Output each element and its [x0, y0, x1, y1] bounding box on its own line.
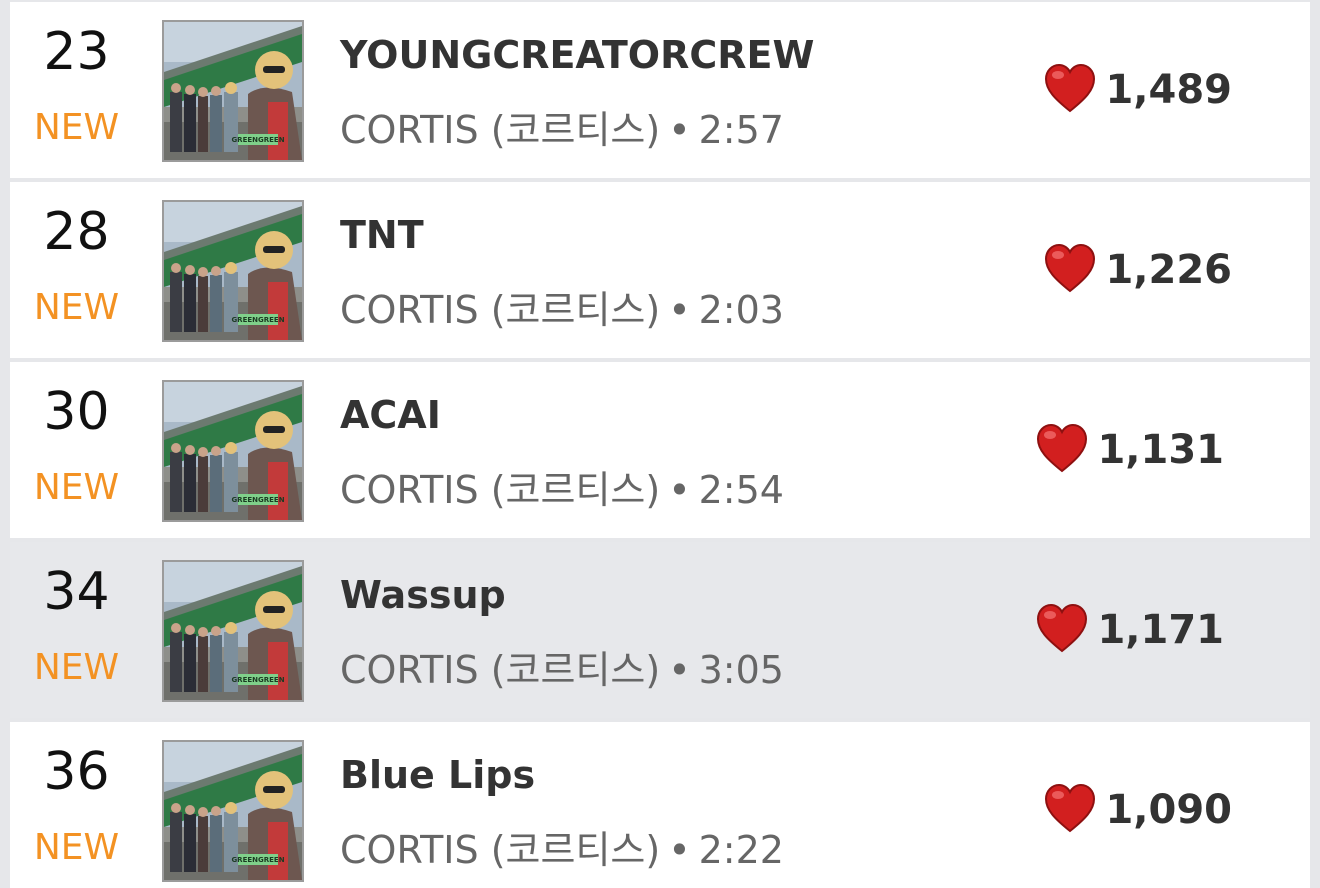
track-artist[interactable]: CORTIS (코르티스) [340, 108, 660, 152]
svg-text:GREENGREEN: GREENGREEN [231, 316, 284, 324]
svg-text:GREENGREEN: GREENGREEN [231, 856, 284, 864]
track-duration: 2:22 [698, 828, 784, 872]
track-artist[interactable]: CORTIS (코르티스) [340, 828, 660, 872]
track-row[interactable]: 23 NEW GREENGREEN YOUNGCREATORCREW CORTI… [10, 2, 1310, 178]
track-rank: 23 [43, 22, 110, 82]
track-status-badge: NEW [33, 647, 120, 688]
track-meta: CORTIS (코르티스) • 2:22 [340, 824, 784, 876]
track-duration: 2:54 [698, 468, 784, 512]
heart-icon[interactable] [1043, 782, 1097, 838]
track-duration: 2:57 [698, 108, 784, 152]
likes[interactable]: 1,226 [1043, 242, 1232, 298]
track-status-badge: NEW [33, 287, 120, 328]
album-cover[interactable]: GREENGREEN [162, 740, 304, 882]
likes[interactable]: 1,171 [1035, 602, 1224, 658]
meta-separator: • [668, 828, 691, 872]
track-title[interactable]: ACAI [340, 390, 441, 440]
track-duration: 3:05 [698, 648, 784, 692]
track-meta: CORTIS (코르티스) • 3:05 [340, 644, 784, 696]
likes[interactable]: 1,489 [1043, 62, 1232, 118]
track-row[interactable]: 36 NEW GREENGREEN Blue Lips CORTIS (코르티스… [10, 722, 1310, 888]
track-title[interactable]: Blue Lips [340, 750, 535, 800]
meta-separator: • [668, 108, 691, 152]
album-cover[interactable]: GREENGREEN [162, 380, 304, 522]
heart-icon[interactable] [1043, 242, 1097, 298]
like-count: 1,226 [1105, 247, 1232, 293]
like-count: 1,171 [1097, 607, 1224, 653]
svg-text:GREENGREEN: GREENGREEN [231, 496, 284, 504]
track-artist[interactable]: CORTIS (코르티스) [340, 288, 660, 332]
track-artist[interactable]: CORTIS (코르티스) [340, 648, 660, 692]
like-count: 1,489 [1105, 67, 1232, 113]
heart-icon[interactable] [1043, 62, 1097, 118]
likes[interactable]: 1,090 [1043, 782, 1232, 838]
track-title[interactable]: Wassup [340, 570, 506, 620]
track-row[interactable]: 34 NEW GREENGREEN Wassup CORTIS (코르티스) • 3… [10, 542, 1310, 718]
meta-separator: • [668, 288, 691, 332]
track-rank: 34 [43, 562, 110, 622]
track-duration: 2:03 [698, 288, 784, 332]
like-count: 1,131 [1097, 427, 1224, 473]
track-rank: 30 [43, 382, 110, 442]
track-row[interactable]: 30 NEW GREENGREEN ACAI CORTIS (코르티스) • 2:5… [10, 362, 1310, 538]
track-meta: CORTIS (코르티스) • 2:03 [340, 284, 784, 336]
track-status-badge: NEW [33, 827, 120, 868]
album-cover[interactable]: GREENGREEN [162, 200, 304, 342]
album-cover[interactable]: GREENGREEN [162, 560, 304, 702]
track-title[interactable]: YOUNGCREATORCREW [340, 30, 814, 80]
track-title[interactable]: TNT [340, 210, 424, 260]
track-meta: CORTIS (코르티스) • 2:57 [340, 104, 784, 156]
track-rank: 28 [43, 202, 110, 262]
likes[interactable]: 1,131 [1035, 422, 1224, 478]
track-artist[interactable]: CORTIS (코르티스) [340, 468, 660, 512]
track-list: 23 NEW GREENGREEN YOUNGCREATORCREW CORTI… [10, 0, 1310, 888]
like-count: 1,090 [1105, 787, 1232, 833]
heart-icon[interactable] [1035, 602, 1089, 658]
track-meta: CORTIS (코르티스) • 2:54 [340, 464, 784, 516]
meta-separator: • [668, 468, 691, 512]
track-row[interactable]: 28 NEW GREENGREEN TNT CORTIS (코르티스) • 2:03… [10, 182, 1310, 358]
album-cover[interactable]: GREENGREEN [162, 20, 304, 162]
heart-icon[interactable] [1035, 422, 1089, 478]
svg-text:GREENGREEN: GREENGREEN [231, 676, 284, 684]
svg-text:GREENGREEN: GREENGREEN [231, 136, 284, 144]
track-status-badge: NEW [33, 467, 120, 508]
track-status-badge: NEW [33, 107, 120, 148]
meta-separator: • [668, 648, 691, 692]
track-rank: 36 [43, 742, 110, 802]
